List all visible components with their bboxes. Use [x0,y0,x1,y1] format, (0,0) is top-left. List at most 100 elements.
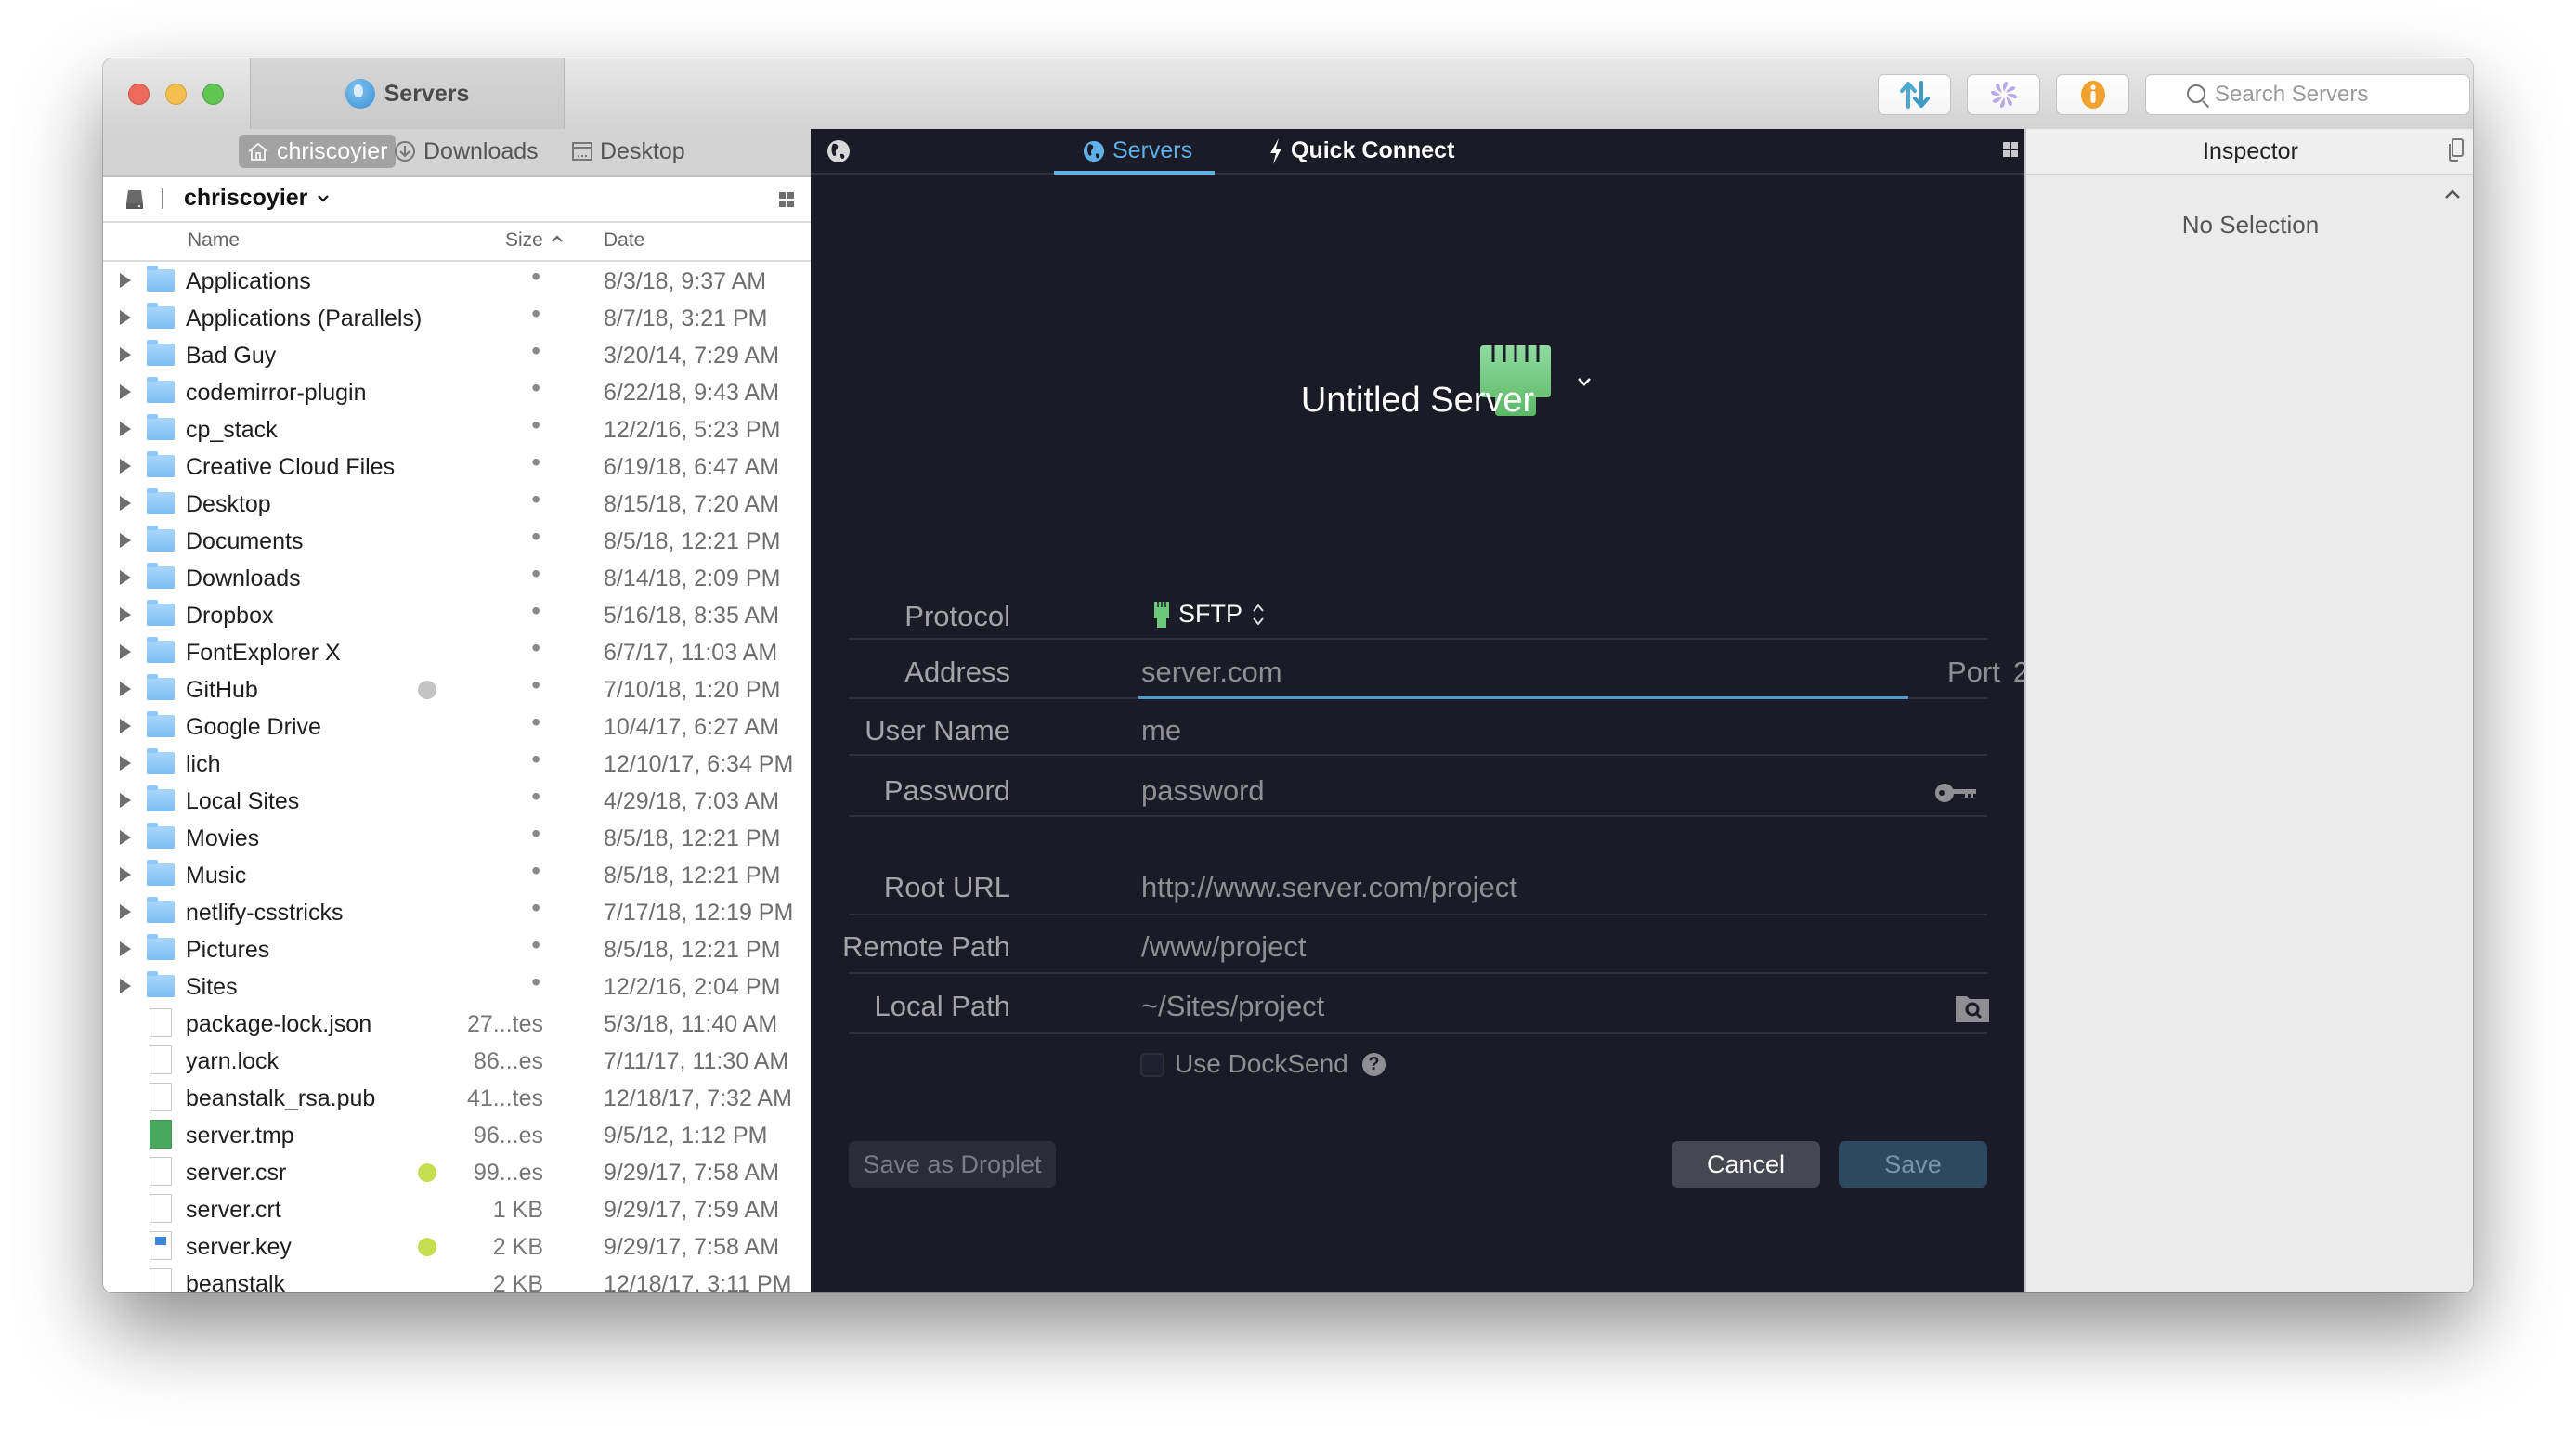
file-row[interactable]: server.csr 99...es 9/29/17, 7:58 AM [103,1153,811,1190]
disclosure-triangle-icon[interactable] [120,756,131,771]
root-url-input[interactable]: http://www.server.com/project [1141,871,1517,904]
file-row[interactable]: server.crt 1 KB 9/29/17, 7:59 AM [103,1190,811,1227]
file-row[interactable]: Desktop • 8/15/18, 7:20 AM [103,485,811,522]
file-row[interactable]: Movies • 8/5/18, 12:21 PM [103,819,811,856]
file-row[interactable]: beanstalk 2 KB 12/18/17, 3:11 PM [103,1265,811,1292]
username-input[interactable]: me [1141,714,1181,747]
close-window-button[interactable] [128,84,150,105]
browse-folder-icon[interactable] [1956,994,1989,1022]
cancel-button[interactable]: Cancel [1672,1141,1820,1188]
remote-path-input[interactable]: /www/project [1141,930,1306,964]
disclosure-triangle-icon[interactable] [120,682,131,696]
disclosure-triangle-icon[interactable] [120,793,131,808]
file-row[interactable]: cp_stack • 12/2/16, 5:23 PM [103,410,811,448]
globe-icon[interactable] [826,139,851,163]
file-size: • [531,967,540,996]
search-servers-input[interactable]: Search Servers [2145,74,2470,115]
file-row[interactable]: Sites • 12/2/16, 2:04 PM [103,967,811,1005]
window-tab-servers[interactable]: Servers [250,58,565,129]
file-row[interactable]: Dropbox • 5/16/18, 8:35 AM [103,596,811,633]
zoom-window-button[interactable] [202,84,224,105]
folder-icon [147,971,175,997]
address-input[interactable]: server.com [1141,656,1903,689]
password-input[interactable]: password [1141,774,1265,808]
folder-icon [147,785,175,811]
disclosure-triangle-icon[interactable] [120,570,131,585]
breadcrumb-chriscoyier[interactable]: chriscoyier [239,135,397,168]
file-row[interactable]: Applications (Parallels) • 8/7/18, 3:21 PM [103,299,811,336]
activity-button[interactable] [1967,74,2040,115]
tab-quick-connect[interactable]: Quick Connect [1268,129,1454,173]
file-row[interactable]: netlify-csstricks • 7/17/18, 12:19 PM [103,893,811,930]
file-row[interactable]: beanstalk_rsa.pub 41...tes 12/18/17, 7:32 … [103,1079,811,1116]
file-row[interactable]: Documents • 8/5/18, 12:21 PM [103,522,811,559]
file-date: 6/22/18, 9:43 AM [604,380,780,406]
folder-icon [147,934,175,960]
app-window: Servers Search Servers chriscoyier Downl… [103,58,2473,1292]
disclosure-triangle-icon[interactable] [120,867,131,882]
disclosure-triangle-icon[interactable] [120,384,131,399]
layout-grid-icon[interactable] [2003,142,2018,157]
view-mode-icon[interactable] [779,192,794,207]
minimize-window-button[interactable] [165,84,187,105]
help-icon[interactable]: ? [1362,1053,1386,1076]
file-row[interactable]: lich • 12/10/17, 6:34 PM [103,745,811,782]
file-row[interactable]: Applications • 8/3/18, 9:37 AM [103,262,811,299]
disclosure-triangle-icon[interactable] [120,496,131,511]
column-date[interactable]: Date [604,229,644,252]
file-row[interactable]: yarn.lock 86...es 7/11/17, 11:30 AM [103,1042,811,1079]
tab-servers[interactable]: Servers [1053,129,1216,175]
file-row[interactable]: server.key 2 KB 9/29/17, 7:58 AM [103,1227,811,1265]
disclosure-triangle-icon[interactable] [120,830,131,845]
disclosure-triangle-icon[interactable] [120,644,131,659]
file-row[interactable]: Local Sites • 4/29/18, 7:03 AM [103,782,811,819]
disclosure-triangle-icon[interactable] [120,941,131,956]
collapse-chevron-icon[interactable] [2444,188,2461,200]
disclosure-triangle-icon[interactable] [120,310,131,325]
file-size: • [531,596,540,625]
file-row[interactable]: FontExplorer X • 6/7/17, 11:03 AM [103,633,811,670]
file-row[interactable]: Google Drive • 10/4/17, 6:27 AM [103,708,811,745]
local-path-input[interactable]: ~/Sites/project [1141,990,1324,1023]
column-size[interactable]: Size [505,229,543,252]
file-row[interactable]: package-lock.json 27...tes 5/3/18, 11:40 A… [103,1005,811,1042]
tab-label: Quick Connect [1291,137,1455,163]
transfer-arrows-icon [1899,81,1930,109]
protocol-select[interactable]: SFTP [1154,600,1265,629]
info-button[interactable] [2056,74,2129,115]
document-icon [150,1268,172,1292]
file-row[interactable]: codemirror-plugin • 6/22/18, 9:43 AM [103,373,811,410]
key-icon[interactable] [1934,782,1977,804]
breadcrumb-downloads[interactable]: Downloads [385,135,547,168]
file-row[interactable]: GitHub • 7/10/18, 1:20 PM [103,670,811,708]
docksend-checkbox[interactable] [1140,1053,1164,1077]
disclosure-triangle-icon[interactable] [120,459,131,474]
file-row[interactable]: Music • 8/5/18, 12:21 PM [103,856,811,893]
save-button[interactable]: Save [1839,1141,1987,1188]
disclosure-triangle-icon[interactable] [120,607,131,622]
disclosure-triangle-icon[interactable] [120,979,131,993]
file-name: FontExplorer X [186,640,341,666]
search-placeholder: Search Servers [2215,82,2369,107]
protocol-label: Protocol [904,600,1010,632]
disclosure-triangle-icon[interactable] [120,904,131,919]
disclosure-triangle-icon[interactable] [120,719,131,733]
breadcrumb-desktop[interactable]: Desktop [564,135,694,168]
file-row[interactable]: Creative Cloud Files • 6/19/18, 6:47 AM [103,448,811,485]
disk-icon[interactable] [124,188,146,211]
save-as-droplet-button[interactable]: Save as Droplet [849,1141,1056,1188]
file-row[interactable]: Bad Guy • 3/20/14, 7:29 AM [103,336,811,373]
column-name[interactable]: Name [188,229,240,252]
file-row[interactable]: server.tmp 96...es 9/5/12, 1:12 PM [103,1116,811,1153]
disclosure-triangle-icon[interactable] [120,273,131,288]
disclosure-triangle-icon[interactable] [120,422,131,436]
folder-selector[interactable]: chriscoyier [184,185,330,212]
disclosure-triangle-icon[interactable] [120,533,131,548]
disclosure-triangle-icon[interactable] [120,347,131,362]
port-label: Port [1947,656,2000,688]
file-row[interactable]: Downloads • 8/14/18, 2:09 PM [103,559,811,596]
transfers-button[interactable] [1878,74,1951,115]
detach-inspector-icon[interactable] [2447,138,2464,162]
file-row[interactable]: Pictures • 8/5/18, 12:21 PM [103,930,811,967]
atom-file-icon [150,1120,172,1149]
